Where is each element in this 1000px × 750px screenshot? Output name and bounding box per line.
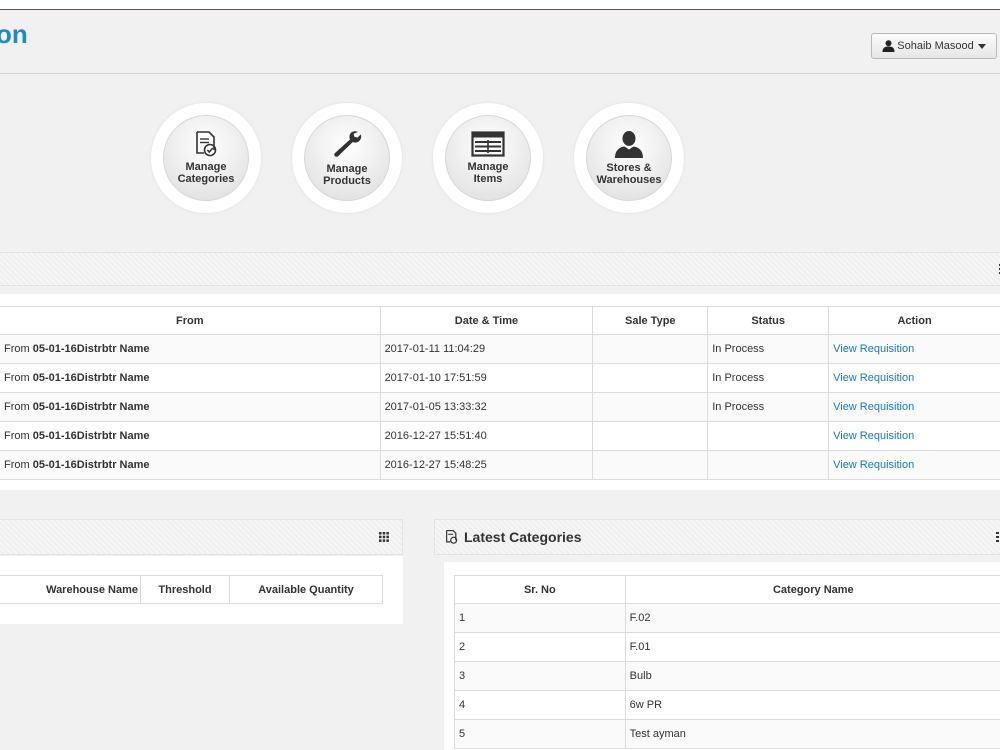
table-header-row: Warehouse Name Threshold Available Quant… (0, 575, 383, 604)
table-row: From 05-01-16Distrbtr Name 2017-01-11 11… (0, 334, 1000, 364)
column-header: Action (828, 306, 1000, 335)
shortcut-manage-categories[interactable]: Manage Categories (151, 103, 261, 213)
shortcut-manage-products[interactable]: Manage Products (292, 103, 402, 213)
sale-type-cell (592, 363, 709, 393)
sr-no-cell: 5 (454, 719, 626, 749)
status-cell: In Process (707, 363, 830, 393)
category-name-cell: Test ayman (624, 719, 1000, 749)
header: on Sohaib Masood (0, 10, 1000, 74)
shortcut-label: Manage Items (467, 161, 509, 185)
table-row: From 05-01-16Distrbtr Name 2016-12-27 15… (0, 421, 1000, 451)
view-requisition-link[interactable]: View Requisition (828, 363, 1000, 393)
document-check-icon (196, 131, 217, 157)
sale-type-cell (592, 450, 709, 480)
shortcut-stores-warehouses[interactable]: Stores & Warehouses (574, 103, 684, 213)
from-cell: From 05-01-16Distrbtr Name (0, 450, 381, 480)
view-requisition-link[interactable]: View Requisition (828, 450, 1000, 480)
shortcut-label: Stores & Warehouses (596, 162, 662, 186)
view-requisition-link[interactable]: View Requisition (828, 334, 1000, 364)
sale-type-cell (592, 392, 709, 422)
table-header-row: From Date & Time Sale Type Status Action (0, 306, 1000, 335)
column-header: Sale Type (592, 306, 709, 335)
user-name: Sohaib Masood (897, 40, 974, 52)
sr-no-cell: 3 (454, 661, 626, 691)
from-cell: From 05-01-16Distrbtr Name (0, 334, 381, 364)
shortcut-label: Manage Products (323, 163, 371, 187)
status-cell (707, 421, 830, 451)
sale-type-cell (592, 421, 709, 451)
table-header-row: Sr. No Category Name (454, 575, 1000, 604)
column-header: Date & Time (379, 306, 594, 335)
table-row: 4 6w PR (454, 690, 1000, 720)
datetime-cell: 2017-01-10 17:51:59 (379, 363, 594, 393)
grid-menu-icon[interactable] (379, 532, 389, 542)
category-name-cell: Bulb (624, 661, 1000, 691)
view-requisition-link[interactable]: View Requisition (828, 392, 1000, 422)
datetime-cell: 2017-01-11 11:04:29 (379, 334, 594, 364)
sale-type-cell (592, 334, 709, 364)
categories-table: Sr. No Category Name 1 F.02 2 F.01 3 Bul… (454, 575, 1000, 749)
category-name-cell: F.01 (624, 632, 1000, 662)
grid-menu-icon[interactable] (996, 264, 1000, 274)
wrench-icon (334, 131, 362, 157)
datetime-cell: 2017-01-05 13:33:32 (379, 392, 594, 422)
datetime-cell: 2016-12-27 15:48:25 (379, 450, 594, 480)
column-header: Warehouse Name (0, 575, 141, 604)
categories-panel-title: Latest Categories (445, 529, 581, 545)
document-check-icon (446, 530, 458, 544)
sr-no-cell: 2 (454, 632, 626, 662)
table-row: 3 Bulb (454, 661, 1000, 691)
table-row: From 05-01-16Distrbtr Name 2016-12-27 15… (0, 450, 1000, 480)
status-cell: In Process (707, 334, 830, 364)
user-menu-button[interactable]: Sohaib Masood (871, 33, 997, 59)
from-cell: From 05-01-16Distrbtr Name (0, 421, 381, 451)
from-cell: From 05-01-16Distrbtr Name (0, 392, 381, 422)
grid-menu-icon[interactable] (996, 532, 1000, 542)
status-cell (707, 450, 830, 480)
column-header: Threshold (140, 575, 230, 604)
requisitions-table: From Date & Time Sale Type Status Action… (0, 306, 1000, 480)
requisitions-panel-header (0, 252, 1000, 286)
stock-table: Warehouse Name Threshold Available Quant… (0, 575, 383, 604)
column-header: Status (707, 306, 830, 335)
top-border (0, 0, 1000, 10)
category-name-cell: 6w PR (624, 690, 1000, 720)
table-row: 1 F.02 (454, 603, 1000, 633)
table-row: 5 Test ayman (454, 719, 1000, 749)
datetime-cell: 2016-12-27 15:51:40 (379, 421, 594, 451)
view-requisition-link[interactable]: View Requisition (828, 421, 1000, 451)
shortcut-label: Manage Categories (177, 161, 235, 185)
category-name-cell: F.02 (624, 603, 1000, 633)
app-title: on (0, 19, 28, 49)
sr-no-cell: 4 (454, 690, 626, 720)
table-icon (471, 131, 505, 157)
status-cell: In Process (707, 392, 830, 422)
user-icon (882, 40, 895, 52)
column-header: Category Name (624, 575, 1000, 604)
shortcut-manage-items[interactable]: Manage Items (433, 103, 543, 213)
column-header: From (0, 306, 381, 335)
column-header: Available Quantity (229, 575, 383, 604)
person-icon (615, 131, 643, 158)
stock-panel-header (0, 519, 403, 555)
chevron-down-icon (977, 43, 986, 49)
table-row: From 05-01-16Distrbtr Name 2017-01-05 13… (0, 392, 1000, 422)
from-cell: From 05-01-16Distrbtr Name (0, 363, 381, 393)
table-row: 2 F.01 (454, 632, 1000, 662)
column-header: Sr. No (454, 575, 626, 604)
table-row: From 05-01-16Distrbtr Name 2017-01-10 17… (0, 363, 1000, 393)
shortcut-area: Manage Categories Manage Products Manage… (0, 75, 1000, 251)
sr-no-cell: 1 (454, 603, 626, 633)
